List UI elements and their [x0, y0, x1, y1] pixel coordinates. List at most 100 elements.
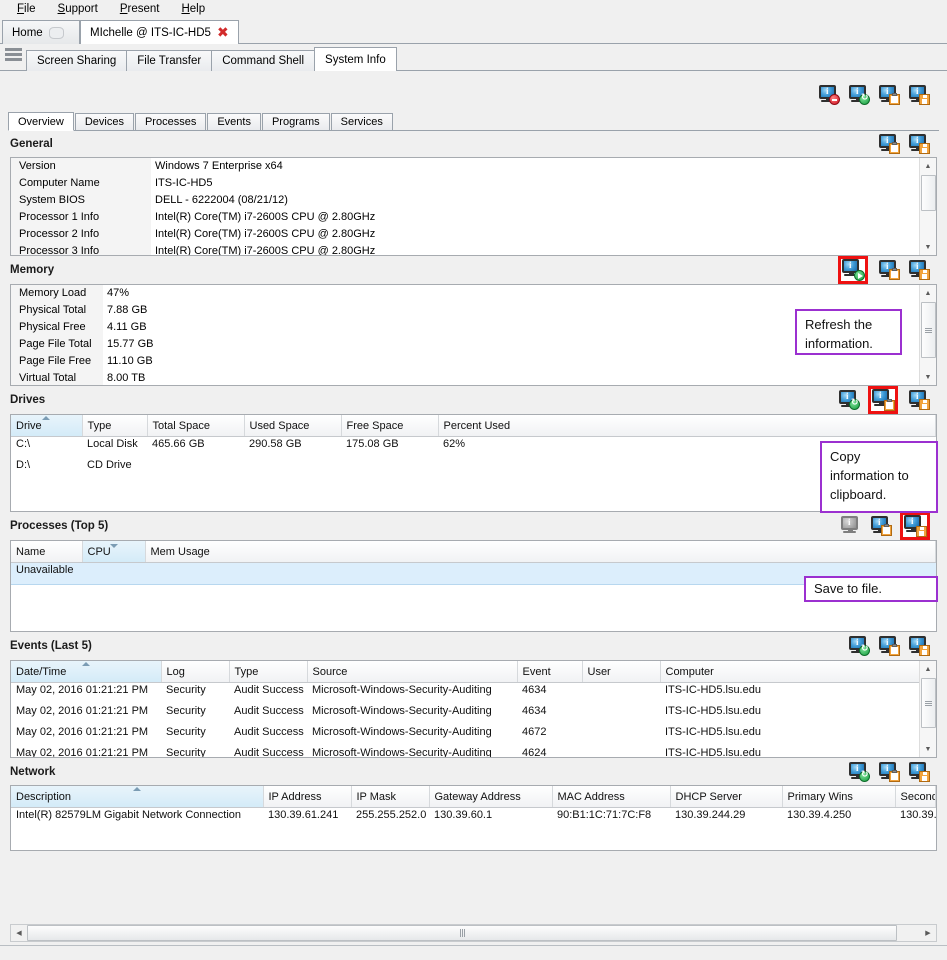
global-toolbar — [0, 79, 947, 111]
save-callout: Save to file. — [804, 576, 938, 602]
menu-item-support[interactable]: Support — [47, 2, 109, 16]
scroll-thumb[interactable] — [920, 175, 936, 211]
column-header-primary-wins[interactable]: Primary Wins — [782, 786, 896, 808]
copy-callout: Copy information to clipboard. — [820, 441, 938, 513]
horizontal-scrollbar[interactable]: ◀ ▶ — [10, 924, 937, 942]
column-header-used-space[interactable]: Used Space — [244, 415, 342, 437]
copy-to-clipboard-icon[interactable] — [878, 85, 900, 105]
scroll-down-icon[interactable]: ▼ — [920, 369, 936, 385]
memory-scrollbar[interactable]: ▲ ▼ — [919, 285, 936, 385]
refresh-info-icon[interactable] — [848, 761, 870, 782]
table-row[interactable]: Intel(R) 82579LM Gigabit Network Connect… — [11, 808, 936, 830]
tab-screen-sharing[interactable]: Screen Sharing — [26, 50, 128, 71]
tab-programs[interactable]: Programs — [261, 113, 330, 131]
tab-events[interactable]: Events — [207, 113, 261, 131]
cell-datetime: May 02, 2016 01:21:21 PM — [16, 705, 149, 717]
column-header-ip-address[interactable]: IP Address — [263, 786, 352, 808]
column-header-computer[interactable]: Computer — [660, 661, 920, 683]
cell-computer: ITS-IC-HD5.lsu.edu — [665, 726, 761, 738]
table-header-row: Drive Type Total Space Used Space Free S… — [11, 415, 936, 437]
column-header-gateway-address[interactable]: Gateway Address — [429, 786, 553, 808]
column-header-total-space[interactable]: Total Space — [147, 415, 245, 437]
scroll-up-icon[interactable]: ▲ — [920, 661, 936, 677]
column-header-type[interactable]: Type — [82, 415, 148, 437]
table-row[interactable]: May 02, 2016 01:21:21 PM Security Audit … — [11, 725, 920, 746]
session-tab-label: MIchelle @ ITS-IC-HD5 — [90, 26, 211, 39]
tab-services[interactable]: Services — [330, 113, 393, 131]
column-header-type[interactable]: Type — [229, 661, 308, 683]
column-header-cpu[interactable]: CPU — [82, 541, 146, 563]
column-header-source[interactable]: Source — [307, 661, 518, 683]
network-grid: Description IP Address IP Mask Gateway A… — [11, 786, 936, 829]
refresh-info-icon[interactable] — [848, 85, 870, 105]
tab-processes[interactable]: Processes — [134, 113, 207, 131]
cell-log: Security — [166, 705, 206, 717]
copy-to-clipboard-icon[interactable] — [878, 761, 900, 782]
column-header-name[interactable]: Name — [11, 541, 83, 563]
scroll-up-icon[interactable]: ▲ — [920, 285, 936, 301]
copy-to-clipboard-icon[interactable] — [878, 134, 900, 154]
general-scrollbar[interactable]: ▲ ▼ — [919, 158, 936, 255]
cell-free: 175.08 GB — [346, 438, 399, 450]
scroll-down-icon[interactable]: ▼ — [920, 239, 936, 255]
table-row[interactable]: C:\ Local Disk 465.66 GB 290.58 GB 175.0… — [11, 437, 936, 459]
save-to-file-icon[interactable] — [908, 390, 930, 410]
column-header-free-space[interactable]: Free Space — [341, 415, 439, 437]
column-header-ip-mask[interactable]: IP Mask — [351, 786, 430, 808]
scroll-down-icon[interactable]: ▼ — [920, 741, 936, 757]
table-row[interactable]: Unavailable — [11, 562, 936, 585]
events-scrollbar[interactable]: ▲ ▼ — [919, 661, 936, 757]
tab-overview[interactable]: Overview — [8, 112, 74, 131]
menu-item-present[interactable]: Present — [109, 2, 171, 16]
table-row[interactable]: D:\ CD Drive — [11, 458, 936, 479]
save-to-file-icon[interactable] — [908, 85, 930, 105]
table-row[interactable]: May 02, 2016 01:21:21 PM Security Audit … — [11, 683, 920, 705]
tab-system-info[interactable]: System Info — [314, 47, 397, 71]
copy-to-clipboard-icon[interactable] — [870, 516, 892, 536]
menu-item-help[interactable]: Help — [170, 2, 216, 16]
refresh-info-icon — [840, 516, 862, 536]
tab-devices[interactable]: Devices — [74, 113, 134, 131]
refresh-info-icon[interactable] — [838, 256, 868, 284]
copy-to-clipboard-icon[interactable] — [878, 636, 900, 656]
tab-file-transfer[interactable]: File Transfer — [126, 50, 213, 71]
column-header-user[interactable]: User — [582, 661, 661, 683]
save-to-file-icon[interactable] — [908, 636, 930, 656]
column-header-event[interactable]: Event — [517, 661, 583, 683]
column-header-mem-usage[interactable]: Mem Usage — [145, 541, 936, 563]
scroll-left-icon[interactable]: ◀ — [11, 925, 27, 941]
cell-source: Microsoft-Windows-Security-Auditing — [312, 684, 492, 696]
close-icon[interactable]: ✖ — [217, 26, 229, 40]
cell-drive: D:\ — [16, 459, 31, 471]
refresh-info-icon[interactable] — [848, 636, 870, 656]
session-tab-home[interactable]: Home — [2, 20, 80, 44]
scroll-up-icon[interactable]: ▲ — [920, 158, 936, 174]
column-header-log[interactable]: Log — [161, 661, 230, 683]
column-header-percent-used[interactable]: Percent Used — [438, 415, 936, 437]
session-tab-michelle[interactable]: MIchelle @ ITS-IC-HD5 ✖ — [80, 20, 239, 44]
column-header-secondary-wins[interactable]: Secondary — [895, 786, 936, 808]
table-row[interactable]: May 02, 2016 01:21:21 PM Security Audit … — [11, 704, 920, 725]
column-header-dhcp-server[interactable]: DHCP Server — [670, 786, 783, 808]
copy-to-clipboard-icon[interactable] — [868, 386, 898, 414]
refresh-info-icon[interactable] — [838, 390, 860, 410]
table-header-row: Description IP Address IP Mask Gateway A… — [11, 786, 936, 808]
scroll-thumb[interactable] — [920, 678, 936, 728]
menu-item-file[interactable]: FFileile — [6, 2, 47, 16]
stop-info-icon[interactable] — [818, 85, 840, 105]
scroll-thumb[interactable] — [27, 925, 897, 941]
column-header-datetime[interactable]: Date/Time — [11, 661, 162, 683]
menu-hamburger-icon[interactable] — [0, 43, 26, 70]
column-header-mac-address[interactable]: MAC Address — [552, 786, 671, 808]
save-to-file-icon[interactable] — [900, 512, 930, 540]
copy-to-clipboard-icon[interactable] — [878, 260, 900, 280]
scroll-right-icon[interactable]: ▶ — [920, 925, 936, 941]
table-row[interactable]: May 02, 2016 01:21:21 PM Security Audit … — [11, 746, 920, 757]
tab-command-shell[interactable]: Command Shell — [211, 50, 316, 71]
save-to-file-icon[interactable] — [908, 260, 930, 280]
scroll-thumb[interactable] — [920, 302, 936, 358]
column-header-description[interactable]: Description — [11, 786, 264, 808]
save-to-file-icon[interactable] — [908, 134, 930, 154]
save-to-file-icon[interactable] — [908, 761, 930, 782]
column-header-drive[interactable]: Drive — [11, 415, 83, 437]
